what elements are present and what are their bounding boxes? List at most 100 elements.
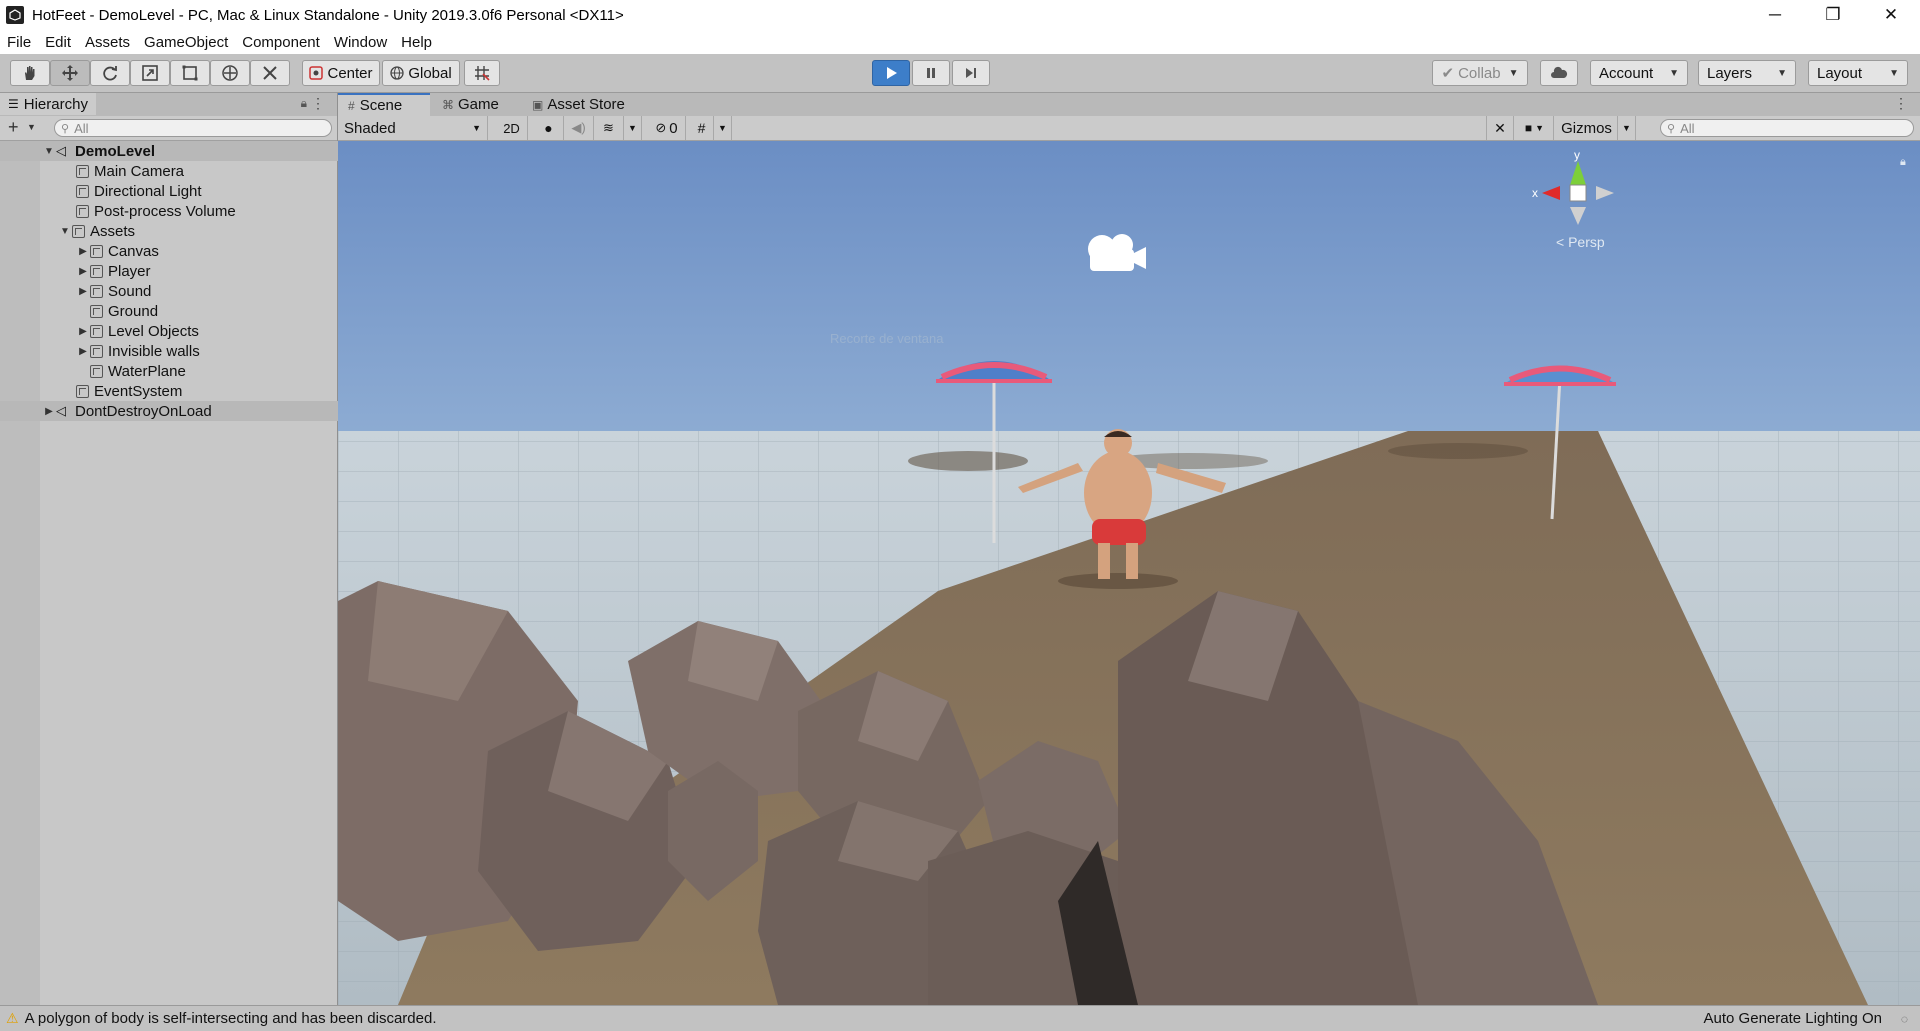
unity-scene-icon: ◁ [56, 143, 66, 158]
chevron-down-icon[interactable]: ▼ [27, 122, 36, 132]
expand-arrow-icon[interactable]: ▼ [42, 146, 56, 157]
gizmos-dropdown[interactable]: ▼ [1618, 116, 1636, 140]
scene-search-input[interactable]: ⚲ All [1660, 119, 1914, 137]
hand-icon [25, 66, 35, 80]
custom-tool-button[interactable] [250, 60, 290, 86]
cloud-button[interactable] [1540, 60, 1578, 86]
hierarchy-item-label: Level Objects [108, 322, 199, 340]
gameobject-cube-icon [90, 304, 103, 318]
globe-icon [390, 66, 404, 80]
hierarchy-item-label: DemoLevel [75, 142, 156, 160]
y-axis-label: y [1574, 148, 1580, 162]
tab-asset-store-label: Asset Store [547, 96, 625, 113]
hierarchy-item-demolevel[interactable]: ▼ ◁ DemoLevel ⋮ [0, 141, 379, 161]
play-button[interactable] [872, 60, 910, 86]
unity-scene-icon: ◁ [56, 403, 66, 418]
mode-2d-toggle[interactable]: 2D [496, 116, 528, 140]
pause-button[interactable] [912, 60, 950, 86]
scene-tabbar: # Scene ⌘ Game ▣ Asset Store ⋮ [338, 93, 1920, 117]
collapse-arrow-icon[interactable]: ▶ [76, 326, 90, 337]
chevron-down-icon: ▼ [628, 123, 637, 133]
maximize-button[interactable]: ❐ [1804, 0, 1862, 30]
console-message[interactable]: A polygon of body is self-intersecting a… [25, 1010, 437, 1027]
tools-icon: ✕ [1494, 119, 1506, 136]
collapse-arrow-icon[interactable]: ▶ [42, 406, 56, 417]
layers-dropdown[interactable]: Layers ▼ [1698, 60, 1796, 86]
auto-lighting-status[interactable]: Auto Generate Lighting On [1704, 1010, 1882, 1027]
step-button[interactable] [952, 60, 990, 86]
account-dropdown[interactable]: Account ▼ [1590, 60, 1688, 86]
account-label: Account [1599, 64, 1654, 82]
camera-settings-dropdown[interactable]: ■ ▼ [1516, 116, 1554, 140]
kebab-menu-icon[interactable]: ⋮ [311, 95, 325, 112]
menu-file[interactable]: File [0, 34, 38, 51]
hierarchy-search-input[interactable]: ⚲ All [54, 119, 332, 137]
hierarchy-item-label: Directional Light [94, 182, 202, 200]
gameobject-cube-icon [76, 184, 89, 198]
menu-component[interactable]: Component [235, 34, 327, 51]
play-icon [887, 67, 897, 79]
hierarchy-tab-label: Hierarchy [23, 95, 88, 113]
tab-game[interactable]: ⌘ Game [432, 93, 509, 116]
grid-toggle[interactable]: # [690, 116, 714, 140]
tools-toggle[interactable]: ✕ [1486, 116, 1514, 140]
hierarchy-item-assets[interactable]: ▼ Assets [0, 221, 395, 241]
menu-window[interactable]: Window [327, 34, 394, 51]
projection-label[interactable]: < Persp [1556, 234, 1605, 250]
hand-tool-button[interactable] [10, 60, 50, 86]
hierarchy-item-label: EventSystem [94, 382, 183, 400]
gizmos-button[interactable]: Gizmos [1556, 116, 1618, 140]
pivot-mode-label: Center [327, 64, 373, 82]
effects-dropdown[interactable]: ▼ [624, 116, 642, 140]
scene-viewport[interactable]: Recorte de ventana x y < Persp 🔒︎ [338, 141, 1920, 1005]
collapse-arrow-icon[interactable]: ▶ [76, 346, 90, 357]
pivot-rotation-button[interactable]: Global [382, 60, 460, 86]
minimize-button[interactable]: ─ [1746, 0, 1804, 30]
lock-icon[interactable]: 🔒︎ [301, 96, 307, 111]
audio-toggle[interactable]: ◀) [564, 116, 594, 140]
collapse-arrow-icon[interactable]: ▶ [76, 286, 90, 297]
hidden-objects-toggle[interactable]: ⊘ 0 [648, 116, 686, 140]
draw-mode-dropdown[interactable]: Shaded ▼ [338, 116, 488, 140]
hierarchy-item-dontdestroyonload[interactable]: ▶ ◁ DontDestroyOnLoad ⋮ [0, 401, 379, 421]
grid-snap-button[interactable] [464, 60, 500, 86]
gizmo-lock-icon[interactable]: 🔒︎ [1900, 156, 1906, 168]
pivot-center-icon [309, 66, 324, 80]
scale-tool-button[interactable] [130, 60, 170, 86]
collab-dropdown[interactable]: ✔ Collab ▼ [1432, 60, 1528, 86]
expand-arrow-icon[interactable]: ▼ [58, 226, 72, 237]
kebab-menu-icon[interactable]: ⋮ [1894, 95, 1908, 112]
layout-dropdown[interactable]: Layout ▼ [1808, 60, 1908, 86]
move-tool-button[interactable] [50, 60, 90, 86]
pivot-mode-button[interactable]: Center [302, 60, 380, 86]
effects-toggle[interactable]: ≋ [594, 116, 624, 140]
rotate-tool-button[interactable] [90, 60, 130, 86]
speaker-icon: ◀) [571, 120, 586, 135]
mode-2d-label: 2D [503, 120, 520, 136]
scene-toolbar: Shaded ▼ 2D ● ◀) ≋ ▼ ⊘ 0 # ▼ ✕ ■ ▼ Gizmo… [338, 116, 1920, 141]
x-axis-label: x [1532, 186, 1538, 200]
main-toolbar: Center Global ✔ Collab ▼ Account ▼ Layer… [0, 54, 1920, 93]
move-arrows-icon [62, 65, 78, 81]
lighting-toggle[interactable]: ● [534, 116, 564, 140]
window-crop-overlay-text: Recorte de ventana [830, 331, 944, 346]
unity-app-icon [6, 6, 24, 24]
menu-edit[interactable]: Edit [38, 34, 78, 51]
create-add-button[interactable]: + [8, 117, 19, 138]
collapse-arrow-icon[interactable]: ▶ [76, 266, 90, 277]
transform-tool-button[interactable] [210, 60, 250, 86]
gameobject-cube-icon [90, 244, 103, 258]
collapse-arrow-icon[interactable]: ▶ [76, 246, 90, 257]
menu-gameobject[interactable]: GameObject [137, 34, 235, 51]
hierarchy-item-label: Invisible walls [108, 342, 200, 360]
hierarchy-item-label: DontDestroyOnLoad [75, 402, 212, 420]
close-button[interactable]: ✕ [1862, 0, 1920, 30]
layers-stack-icon: ≋ [603, 120, 614, 135]
menu-help[interactable]: Help [394, 34, 439, 51]
tab-scene[interactable]: # Scene [338, 93, 430, 116]
tab-asset-store[interactable]: ▣ Asset Store [522, 93, 635, 116]
rect-tool-button[interactable] [170, 60, 210, 86]
menu-assets[interactable]: Assets [78, 34, 137, 51]
grid-dropdown[interactable]: ▼ [714, 116, 732, 140]
tab-hierarchy[interactable]: ☰ Hierarchy [0, 93, 96, 115]
